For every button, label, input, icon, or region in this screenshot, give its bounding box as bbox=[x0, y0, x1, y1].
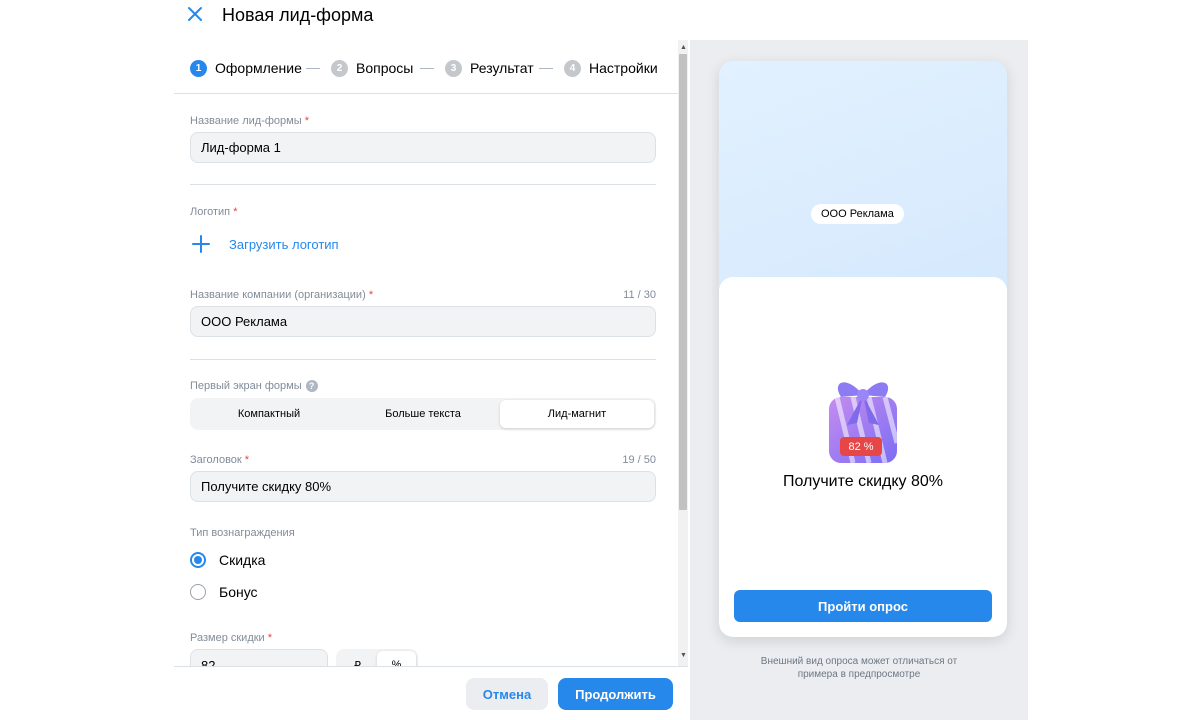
scroll-up-arrow-icon[interactable]: ▲ bbox=[680, 44, 687, 51]
upload-label: Загрузить логотип bbox=[229, 236, 339, 252]
label-text: Первый экран формы bbox=[190, 380, 302, 392]
divider bbox=[190, 184, 656, 185]
label-text: Название лид-формы bbox=[190, 115, 302, 127]
discount-size-label: Размер скидки * bbox=[190, 632, 272, 644]
headline-counter: 19 / 50 bbox=[622, 454, 656, 466]
step-design[interactable]: 1 Оформление bbox=[190, 59, 302, 77]
company-name-label: Название компании (организации) * bbox=[190, 289, 373, 301]
label-text: Заголовок bbox=[190, 454, 242, 466]
form-name-label: Название лид-формы * bbox=[190, 115, 309, 127]
upload-logo-button[interactable]: Загрузить логотип bbox=[190, 232, 339, 256]
company-name-input[interactable]: ООО Реклама bbox=[190, 306, 656, 337]
headline-label: Заголовок * bbox=[190, 454, 249, 466]
preview-title: Получите скидку 80% bbox=[782, 473, 944, 490]
cancel-button[interactable]: Отмена bbox=[466, 678, 548, 710]
step-number: 4 bbox=[564, 59, 581, 77]
scroll-down-arrow-icon[interactable]: ▼ bbox=[680, 652, 687, 659]
step-questions[interactable]: 2 Вопросы bbox=[331, 59, 413, 77]
start-survey-button[interactable]: Пройти опрос bbox=[734, 590, 992, 622]
required-mark: * bbox=[368, 289, 374, 301]
headline-input[interactable]: Получите скидку 80% bbox=[190, 471, 656, 502]
input-value: ООО Реклама bbox=[201, 314, 288, 329]
step-label: Оформление bbox=[215, 60, 302, 76]
label-text: Логотип bbox=[190, 206, 231, 218]
radio-unchecked-icon bbox=[190, 584, 206, 600]
radio-bonus[interactable]: Бонус bbox=[190, 582, 258, 602]
header: Новая лид-форма bbox=[0, 0, 1200, 38]
divider bbox=[190, 359, 656, 360]
label-text: Название компании (организации) bbox=[190, 289, 366, 301]
segment-more-text[interactable]: Больше текста bbox=[346, 400, 500, 428]
help-icon[interactable]: ? bbox=[305, 380, 318, 393]
step-separator bbox=[539, 68, 553, 69]
footer: Отмена Продолжить bbox=[174, 666, 688, 720]
step-number: 1 bbox=[190, 59, 207, 77]
stepper: 1 Оформление 2 Вопросы 3 Результат 4 Нас… bbox=[174, 40, 678, 94]
preview-panel: ООО Реклама 82 % Получите скидку 80% Про… bbox=[690, 40, 1028, 720]
segment-lead-magnet[interactable]: Лид-магнит bbox=[500, 400, 654, 428]
form-name-input[interactable]: Лид-форма 1 bbox=[190, 132, 656, 163]
input-value: Лид-форма 1 bbox=[201, 140, 281, 155]
step-number: 3 bbox=[445, 59, 462, 77]
discount-badge: 82 % bbox=[840, 437, 882, 456]
required-mark: * bbox=[233, 206, 238, 218]
required-mark: * bbox=[304, 115, 309, 127]
form-panel: 1 Оформление 2 Вопросы 3 Результат 4 Нас… bbox=[174, 40, 688, 720]
scroll-thumb[interactable] bbox=[679, 54, 687, 510]
step-separator bbox=[420, 68, 434, 69]
step-label: Результат bbox=[470, 60, 534, 76]
page-title: Новая лид-форма bbox=[222, 5, 374, 25]
step-label: Настройки bbox=[589, 60, 658, 76]
first-screen-label: Первый экран формы? bbox=[190, 380, 318, 393]
radio-discount[interactable]: Скидка bbox=[190, 550, 265, 570]
company-name-counter: 11 / 30 bbox=[623, 289, 656, 301]
plus-icon bbox=[192, 235, 210, 253]
radio-checked-icon bbox=[190, 552, 206, 568]
continue-button[interactable]: Продолжить bbox=[558, 678, 673, 710]
step-label: Вопросы bbox=[356, 60, 414, 76]
required-mark: * bbox=[244, 454, 250, 466]
step-result[interactable]: 3 Результат bbox=[445, 59, 534, 77]
preview-card: 82 % Получите скидку 80% Пройти опрос bbox=[719, 277, 1007, 637]
radio-label: Бонус bbox=[219, 584, 258, 600]
scrollbar[interactable]: ▲ ▼ bbox=[678, 40, 688, 666]
preview-phone: ООО Реклама 82 % Получите скидку 80% Про… bbox=[719, 61, 1007, 637]
segment-compact[interactable]: Компактный bbox=[192, 400, 346, 428]
step-separator bbox=[306, 68, 320, 69]
preview-note: Внешний вид опроса может отличаться от п… bbox=[760, 656, 958, 680]
label-text: Размер скидки bbox=[190, 632, 265, 644]
logo-label: Логотип * bbox=[190, 206, 237, 218]
required-mark: * bbox=[267, 632, 273, 644]
radio-label: Скидка bbox=[219, 552, 266, 568]
step-number: 2 bbox=[331, 59, 348, 77]
input-value: Получите скидку 80% bbox=[201, 479, 332, 494]
company-chip: ООО Реклама bbox=[811, 204, 904, 224]
close-icon[interactable] bbox=[186, 5, 204, 23]
reward-type-label: Тип вознаграждения bbox=[190, 527, 295, 539]
step-settings[interactable]: 4 Настройки bbox=[564, 59, 658, 77]
first-screen-selector: Компактный Больше текста Лид-магнит bbox=[190, 398, 656, 430]
